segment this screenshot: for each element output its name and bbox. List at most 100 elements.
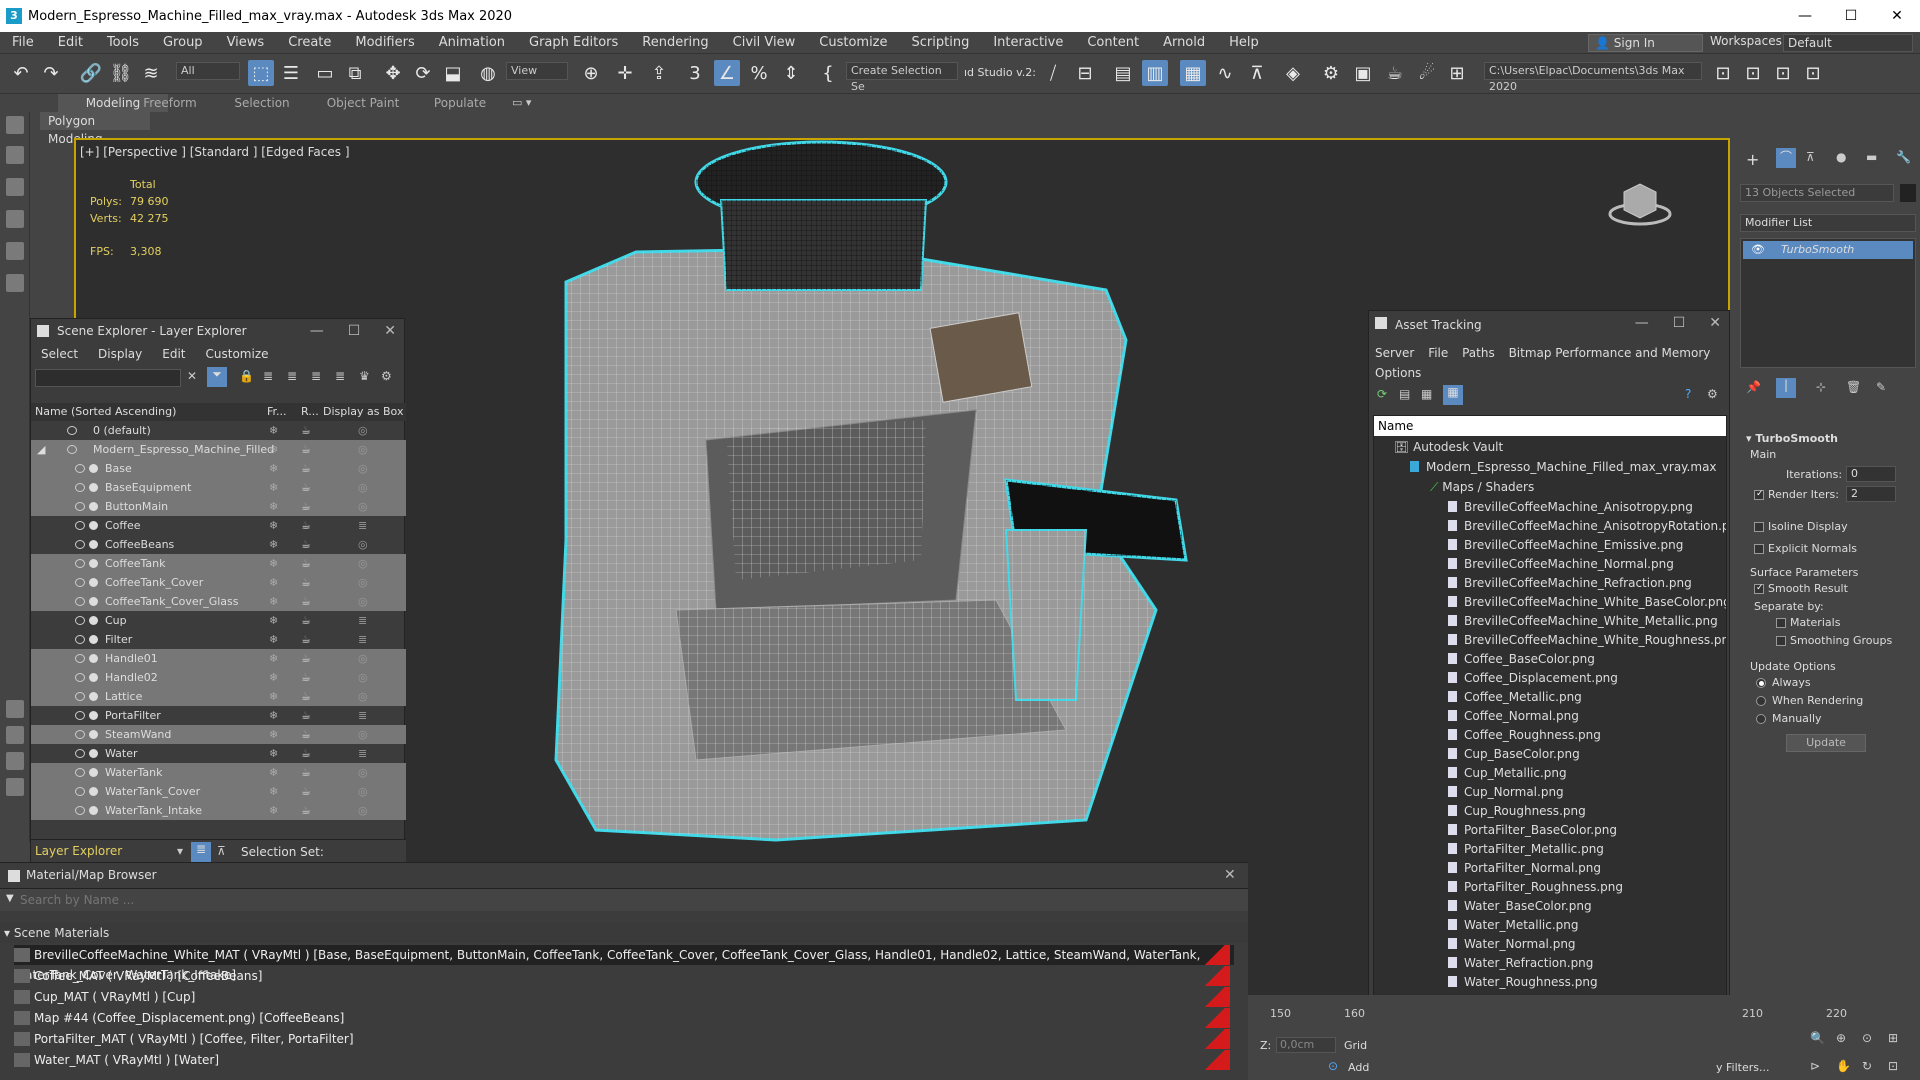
render-icon[interactable]: ☕ bbox=[301, 497, 311, 516]
edit-named-selections-icon[interactable]: { bbox=[815, 60, 841, 86]
show-end-result-icon[interactable]: | bbox=[1776, 378, 1796, 398]
menu-interactive[interactable]: Interactive bbox=[981, 35, 1075, 50]
angle-snap-icon[interactable]: ∠ bbox=[714, 60, 740, 86]
project-path-dropdown[interactable]: C:\Users\Elpac\Documents\3ds Max 2020 bbox=[1484, 62, 1702, 93]
pin-stack-icon[interactable]: 📌 bbox=[1746, 380, 1761, 394]
mirror-icon[interactable]: ⧸ bbox=[1040, 60, 1066, 86]
visibility-icon[interactable] bbox=[75, 559, 85, 568]
menu-arnold[interactable]: Arnold bbox=[1151, 35, 1217, 50]
col-render[interactable]: R... bbox=[301, 403, 319, 421]
object-row[interactable]: SteamWand ❄ ☕ ◎ bbox=[31, 725, 406, 744]
hierarchy-tab-icon[interactable]: ⊼ bbox=[1806, 150, 1815, 164]
render-icon[interactable]: ☕ bbox=[301, 782, 311, 801]
window-crossing-icon[interactable]: ⧉ bbox=[342, 60, 368, 86]
light-tool-icon[interactable] bbox=[6, 274, 24, 292]
menu-edit[interactable]: Edit bbox=[46, 35, 95, 50]
freeze-icon[interactable]: ❄ bbox=[269, 668, 278, 687]
rect-selection-icon[interactable]: ▭ bbox=[312, 60, 338, 86]
select-object-icon[interactable]: ⬚ bbox=[248, 60, 274, 86]
sign-in-button[interactable]: 👤 Sign In bbox=[1588, 34, 1703, 52]
render-iters-checkbox[interactable] bbox=[1754, 489, 1764, 500]
box-icon[interactable]: ◎ bbox=[358, 801, 368, 820]
visibility-icon[interactable] bbox=[75, 787, 85, 796]
minimize-button[interactable]: — bbox=[1782, 0, 1828, 32]
refresh-icon[interactable]: ⟳ bbox=[1377, 387, 1387, 401]
percent-snap-icon[interactable]: % bbox=[746, 60, 772, 86]
col-display-as-box[interactable]: Display as Box bbox=[323, 403, 403, 421]
texture-item[interactable]: PortaFilter_BaseColor.png bbox=[1448, 821, 1726, 840]
visibility-icon[interactable] bbox=[75, 578, 85, 587]
asset-menu-options[interactable]: Options bbox=[1375, 366, 1421, 380]
scene-materials-group[interactable]: ▾ Scene Materials bbox=[0, 923, 1248, 943]
filter-tool-icon[interactable] bbox=[6, 778, 24, 796]
box-icon[interactable]: ◎ bbox=[358, 421, 368, 440]
maps-node[interactable]: ⟋ Maps / Shaders bbox=[1430, 478, 1534, 497]
scene-search-input[interactable] bbox=[35, 369, 181, 387]
freeze-icon[interactable]: ❄ bbox=[269, 440, 278, 459]
material-row[interactable]: Map #44 (Coffee_Displacement.png) [Coffe… bbox=[14, 1008, 1234, 1028]
freeze-icon[interactable]: ❄ bbox=[269, 687, 278, 706]
menu-scripting[interactable]: Scripting bbox=[900, 35, 982, 50]
render-icon[interactable]: ☕ bbox=[301, 687, 311, 706]
keyboard-shortcut-icon[interactable]: ⇪ bbox=[646, 60, 672, 86]
menu-graph-editors[interactable]: Graph Editors bbox=[517, 35, 630, 50]
visibility-icon[interactable] bbox=[75, 635, 85, 644]
mmb-close-button[interactable]: ✕ bbox=[1224, 867, 1236, 883]
menu-customize[interactable]: Customize bbox=[807, 35, 899, 50]
key-filters-button[interactable]: y Filters... bbox=[1716, 1061, 1769, 1074]
object-row[interactable]: WaterTank_Intake ❄ ☕ ◎ bbox=[31, 801, 406, 820]
freeze-icon[interactable]: ❄ bbox=[269, 706, 278, 725]
asset-close-button[interactable]: ✕ bbox=[1709, 315, 1721, 331]
table-view-icon[interactable]: ▦ bbox=[1421, 387, 1432, 401]
box-icon[interactable]: ◎ bbox=[358, 725, 368, 744]
box-icon[interactable]: ◎ bbox=[358, 782, 368, 801]
material-editor-icon[interactable]: ◈ bbox=[1280, 60, 1306, 86]
asset-menu-server[interactable]: Server bbox=[1375, 346, 1414, 360]
project-save-icon[interactable]: ⊡ bbox=[1770, 60, 1796, 86]
maximize-button[interactable]: ☐ bbox=[1828, 0, 1874, 32]
utilities-tab-icon[interactable]: 🔧 bbox=[1896, 150, 1911, 164]
layer-row-main[interactable]: ◢ Modern_Espresso_Machine_Filled ❄ ☕ ◎ bbox=[31, 440, 406, 459]
texture-item[interactable]: Water_Metallic.png bbox=[1448, 916, 1726, 935]
object-name-field[interactable]: 13 Objects Selected bbox=[1740, 184, 1894, 202]
render-tool-icon[interactable] bbox=[6, 178, 24, 196]
texture-item[interactable]: BrevilleCoffeeMachine_White_Roughness.pn… bbox=[1448, 631, 1726, 650]
make-unique-icon[interactable]: ⊹ bbox=[1816, 380, 1826, 394]
freeze-icon[interactable]: ❄ bbox=[269, 801, 278, 820]
create-tab-icon[interactable]: + bbox=[1746, 150, 1759, 169]
texture-item[interactable]: BrevilleCoffeeMachine_Anisotropy.png bbox=[1448, 498, 1726, 517]
zoom-all-icon[interactable]: ⊕ bbox=[1836, 1031, 1846, 1045]
workspace-select[interactable]: Default bbox=[1783, 34, 1913, 52]
texture-item[interactable]: BrevilleCoffeeMachine_Refraction.png bbox=[1448, 574, 1726, 593]
expand-icon[interactable]: ◢ bbox=[37, 440, 45, 459]
viewport-tool-icon[interactable] bbox=[6, 146, 24, 164]
object-row[interactable]: Water ❄ ☕ ≣ bbox=[31, 744, 406, 763]
modifier-eye-icon[interactable]: 👁 bbox=[1751, 243, 1765, 256]
freeze-icon[interactable]: ❄ bbox=[269, 725, 278, 744]
freeze-icon[interactable]: ❄ bbox=[269, 630, 278, 649]
box-icon[interactable]: ◎ bbox=[358, 440, 368, 459]
placement-icon[interactable]: ◍ bbox=[475, 60, 501, 86]
snaps-toggle-icon[interactable]: 3 bbox=[682, 60, 708, 86]
select-layer-icon[interactable]: ≣ bbox=[311, 369, 321, 383]
select-by-name-icon[interactable]: ☰ bbox=[278, 60, 304, 86]
freeze-icon[interactable]: ❄ bbox=[269, 421, 278, 440]
render-icon[interactable]: ☕ bbox=[301, 725, 311, 744]
render-icon[interactable]: ☕ bbox=[301, 592, 311, 611]
link-icon[interactable]: 🔗 bbox=[78, 60, 104, 86]
rotate-icon[interactable]: ⟳ bbox=[410, 60, 436, 86]
box-icon[interactable]: ◎ bbox=[358, 592, 368, 611]
bind-spacewarp-icon[interactable]: ≋ bbox=[138, 60, 164, 86]
project-settings-icon[interactable]: ⊡ bbox=[1800, 60, 1826, 86]
visibility-icon[interactable] bbox=[67, 445, 77, 454]
vault-node[interactable]: 🗄 Autodesk Vault bbox=[1394, 438, 1503, 457]
reference-coordinate-dropdown[interactable]: View bbox=[506, 62, 568, 80]
freeze-icon[interactable]: ❄ bbox=[269, 763, 278, 782]
always-radio[interactable] bbox=[1756, 678, 1766, 688]
grid-tool-icon[interactable] bbox=[6, 242, 24, 260]
align-icon[interactable]: ⊟ bbox=[1072, 60, 1098, 86]
texture-item[interactable]: Water_Normal.png bbox=[1448, 935, 1726, 954]
render-icon[interactable]: ☕ bbox=[301, 516, 311, 535]
rendered-frame-window-icon[interactable]: ▣ bbox=[1350, 60, 1376, 86]
render-production-icon[interactable]: ☕ bbox=[1382, 60, 1408, 86]
